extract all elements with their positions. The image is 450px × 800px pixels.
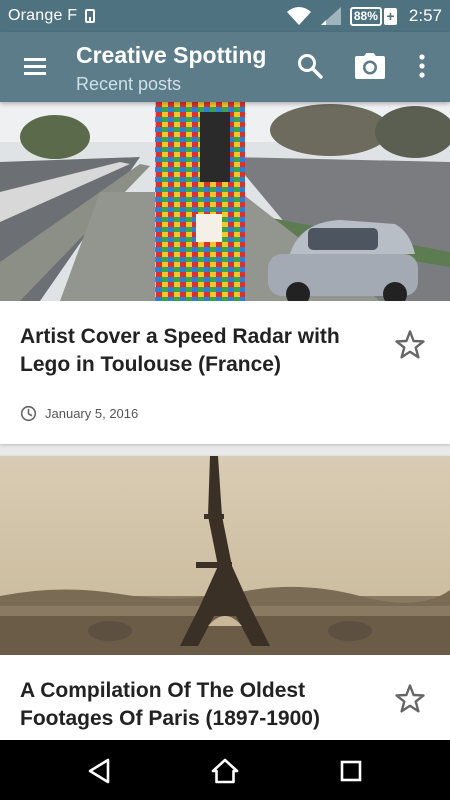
post-body: A Compilation Of The Oldest Footages Of … (0, 655, 450, 740)
post-image-eiffel-tower[interactable] (0, 456, 450, 655)
clock: 2:57 (408, 6, 442, 25)
post-meta: January 5, 2016 (20, 405, 138, 422)
recents-icon[interactable] (336, 756, 366, 786)
post-body: Artist Cover a Speed Radar with Lego in … (0, 301, 450, 444)
post-date: January 5, 2016 (45, 406, 139, 421)
status-icons: 88% + 2:57 (286, 6, 442, 26)
app-subtitle: Recent posts (76, 74, 182, 94)
app-title: Creative Spotting (76, 42, 267, 68)
carrier-name: Orange F (8, 7, 78, 24)
wifi-icon (286, 7, 311, 25)
post-card[interactable]: A Compilation Of The Oldest Footages Of … (0, 456, 450, 740)
post-feed[interactable]: Artist Cover a Speed Radar with Lego in … (0, 102, 450, 740)
menu-icon[interactable] (18, 54, 52, 80)
clock-icon (20, 405, 37, 422)
system-nav-bar (0, 740, 450, 800)
battery-level: 88% (349, 6, 382, 26)
back-icon[interactable] (84, 756, 114, 786)
status-bar: Orange F 88% + 2:57 (0, 0, 450, 32)
post-title[interactable]: Artist Cover a Speed Radar with Lego in … (20, 323, 370, 379)
signal-icon (320, 7, 341, 25)
star-icon[interactable] (394, 329, 426, 361)
home-icon[interactable] (210, 756, 240, 786)
search-icon[interactable] (296, 52, 324, 80)
more-vert-icon[interactable] (414, 52, 430, 80)
app-bar: Creative Spotting Recent posts (0, 32, 450, 102)
battery-icon: 88% + (349, 6, 397, 26)
star-icon[interactable] (394, 683, 426, 715)
charging-icon: + (383, 7, 397, 25)
camera-icon[interactable] (354, 52, 386, 80)
app-screen: Orange F 88% + 2:57 Creative Spotting Re… (0, 0, 450, 800)
post-image-lego-radar[interactable] (0, 102, 450, 301)
post-card[interactable]: Artist Cover a Speed Radar with Lego in … (0, 102, 450, 444)
post-title[interactable]: A Compilation Of The Oldest Footages Of … (20, 677, 370, 733)
sim-icon (85, 9, 96, 23)
